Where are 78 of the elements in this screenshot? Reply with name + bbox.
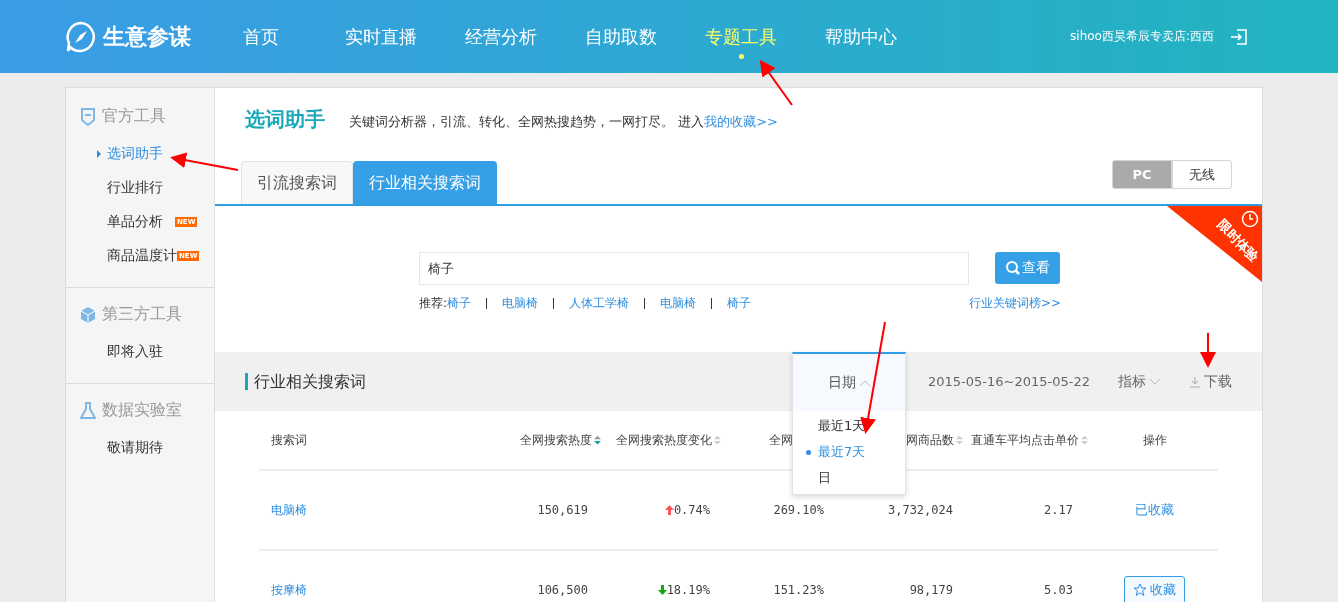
section-title: 数据实验室 [102,400,182,421]
tab[interactable]: 行业相关搜索词 [353,161,497,204]
page-title: 选词助手 [245,106,325,133]
trial-ribbon: 限时体验 [1167,206,1262,282]
column-header[interactable]: 全网搜索热度 [520,431,601,449]
metric-dropdown[interactable]: 指标 [1118,372,1161,391]
recommend-link[interactable]: 椅子 [447,295,472,312]
nav-item[interactable]: 帮助中心 [825,24,897,61]
column-header[interactable]: 直通车平均点击单价 [971,431,1088,449]
download-icon [1189,375,1201,388]
nav-item[interactable]: 自助取数 [585,24,657,61]
table-cell-text: 5.03 [1043,583,1074,597]
section-title: 官方工具 [102,106,166,127]
sidebar-item[interactable]: 即将入驻 [80,335,200,369]
date-range: 2015-05-16~2015-05-22 [928,374,1090,389]
recommend-link[interactable]: 电脑椅 [660,295,697,312]
flask-icon [80,401,96,420]
search-field[interactable]: 椅子 [419,252,969,285]
table-cell-text: 269.10% [772,503,825,517]
nav-item[interactable]: 专题工具 [705,24,777,61]
annotation-arrow [170,152,239,171]
table-cell: 0.74% [601,503,721,517]
tab[interactable]: 引流搜索词 [241,161,353,204]
section-heading: 行业相关搜索词 [245,373,366,390]
table-cell-text: 106,500 [536,583,589,597]
nav-item[interactable]: 首页 [243,24,297,61]
star-icon [1133,583,1147,597]
sidebar-item[interactable]: 选词助手 [80,137,200,171]
annotation-arrow [1200,332,1216,368]
recommend-label: 推荐: [419,295,448,312]
compass-logo-icon [65,20,97,53]
chevron-down-icon [1149,377,1161,386]
sidebar-item[interactable]: 敬请期待 [80,431,200,465]
logout-icon[interactable] [1230,27,1248,46]
clock-icon [1241,210,1259,228]
column-header: 搜索词 [271,431,307,449]
shield-icon [80,107,96,126]
sort-icon [594,434,601,446]
sort-icon [1081,434,1088,446]
keyword-link[interactable]: 电脑椅 [259,501,509,519]
description: 关键词分析器，引流、转化、全网热搜趋势，一网打尽。 进入我的收藏>> [349,113,778,131]
table-cell-text: 98,179 [908,583,954,597]
dropdown-option[interactable]: 日 [793,465,905,491]
device-toggle[interactable]: PC [1112,160,1172,189]
download-button[interactable]: 下载 [1189,372,1232,391]
chevron-up-icon [858,378,871,387]
store-name: sihoo西昊希辰专卖店:西西 [1070,28,1214,45]
recommend-link[interactable]: 人体工学椅 [569,295,630,312]
column-header: 全网 [769,431,793,449]
saved-link[interactable]: 已收藏 [1135,501,1174,519]
dropdown-option[interactable]: 最近7天 [793,439,905,465]
column-header: 操作 [1142,431,1167,449]
favorites-link[interactable]: 我的收藏>> [704,114,778,129]
cube-icon [80,305,96,324]
table-cell-text: 151.23% [772,583,825,597]
nav-item[interactable]: 经营分析 [465,24,537,61]
nav-item[interactable]: 实时直播 [345,24,417,61]
recommend-link[interactable]: 电脑椅 [502,295,539,312]
search-icon [1005,260,1021,276]
table-cell-text: 150,619 [536,503,589,517]
sidebar-item[interactable]: 行业排行 [80,171,200,205]
date-dropdown[interactable]: 日期 [793,354,905,411]
column-header[interactable]: 网商品数 [906,431,963,449]
sort-icon [956,434,963,446]
keyword-link[interactable]: 按摩椅 [259,581,509,599]
view-button[interactable]: 查看 [995,252,1060,284]
section-title: 第三方工具 [102,304,182,325]
table-cell-text: 3,732,024 [886,503,954,517]
favorite-button[interactable]: 收藏 [1124,576,1185,602]
recommend-link[interactable]: 椅子 [727,295,752,312]
logo-text: 生意参谋 [103,22,191,51]
sort-icon [714,434,721,446]
ranking-link[interactable]: 行业关键词榜>> [968,295,1061,312]
annotation-arrow [759,59,793,106]
table-cell-text: 2.17 [1043,503,1074,517]
table-cell: 18.19% [601,583,721,597]
device-toggle[interactable]: 无线 [1172,160,1232,189]
column-header[interactable]: 全网搜索热度变化 [616,431,721,449]
